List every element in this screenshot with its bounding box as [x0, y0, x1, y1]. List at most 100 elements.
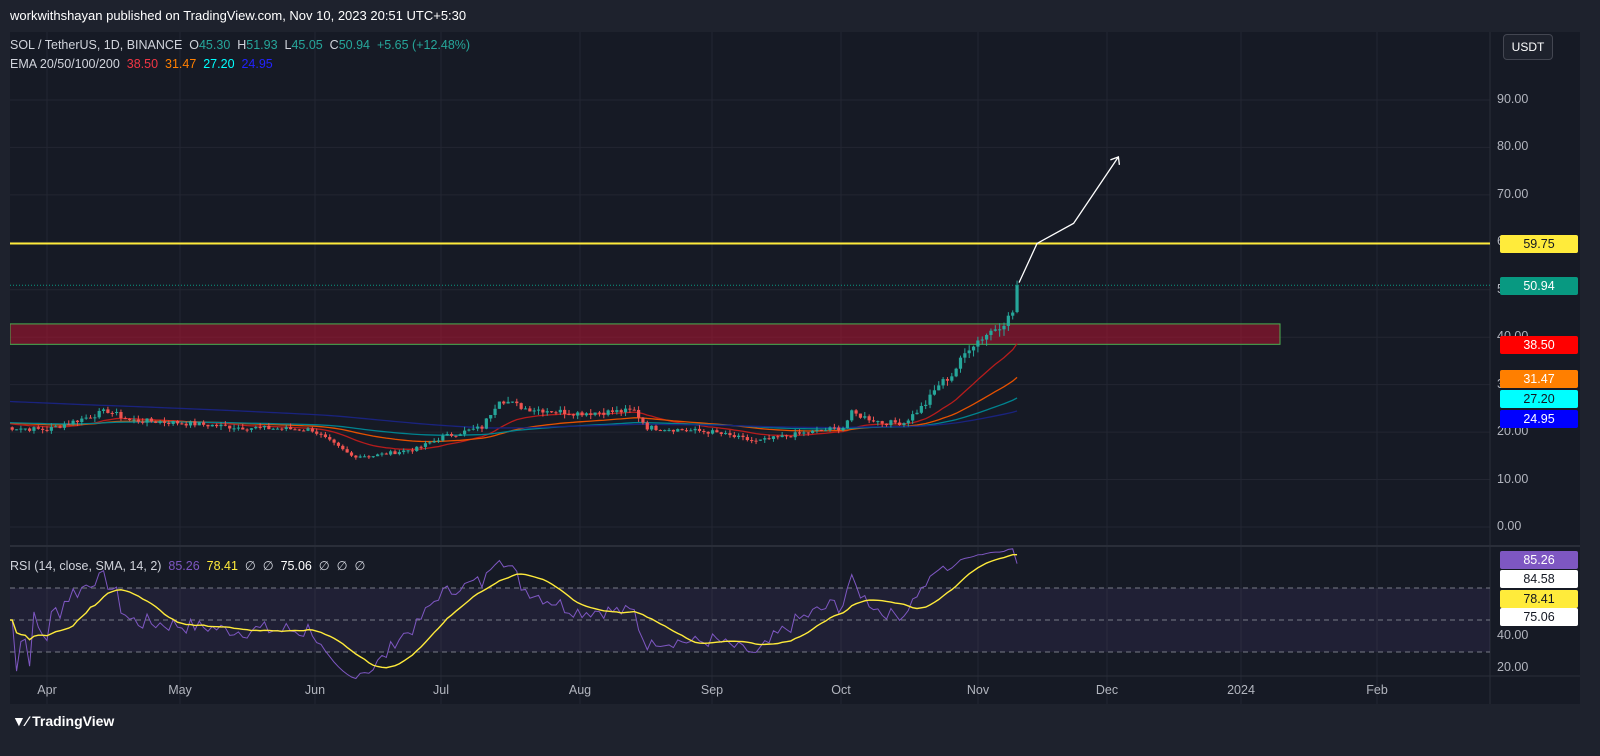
- rsi-axis-label: 20.00: [1497, 660, 1529, 674]
- candle-body: [932, 390, 936, 395]
- candle-body: [845, 420, 849, 429]
- candle-body: [345, 449, 349, 453]
- ema200-price-label: 24.95: [1500, 410, 1578, 428]
- ema20-value: 38.50: [126, 57, 159, 71]
- candle-body: [797, 432, 802, 434]
- high-label: H: [237, 38, 247, 52]
- open-value: 45.30: [198, 38, 231, 52]
- price-axis-label: 90.00: [1497, 91, 1529, 106]
- currency-button[interactable]: USDT: [1503, 34, 1553, 60]
- candle-body: [54, 426, 58, 428]
- candle-body: [837, 427, 841, 431]
- candle-body: [80, 418, 84, 423]
- candle-body: [750, 440, 754, 442]
- ema-legend[interactable]: EMA 20/50/100/200 38.50 31.47 27.20 24.9…: [10, 57, 273, 71]
- chart-pane[interactable]: [10, 32, 1580, 704]
- candle-body: [663, 430, 667, 432]
- rsi-sma-value: 78.41: [206, 559, 238, 573]
- rsi-label[interactable]: RSI (14, close, SMA, 14, 2): [10, 559, 161, 573]
- candle-body: [793, 432, 797, 438]
- candle-body: [236, 427, 240, 429]
- na-value: ∅: [336, 559, 348, 573]
- candle-body: [493, 408, 497, 416]
- candle-body: [362, 456, 367, 458]
- candle-body: [197, 422, 201, 426]
- time-axis-label: Nov: [966, 683, 990, 697]
- candle-body: [254, 427, 258, 429]
- candle-body: [806, 432, 810, 434]
- candle-body: [728, 433, 732, 436]
- candle-body: [62, 424, 66, 428]
- ema100-value: 27.20: [203, 57, 235, 71]
- last-price-label: 50.94: [1500, 277, 1578, 295]
- candle-body: [1011, 312, 1015, 316]
- ema-label[interactable]: EMA 20/50/100/200: [10, 57, 120, 71]
- candle-body: [850, 410, 854, 421]
- candle-body: [776, 436, 780, 438]
- time-axis-label: Jul: [433, 683, 449, 697]
- candle-body: [884, 423, 889, 426]
- candle-body: [306, 428, 310, 431]
- candle-body: [867, 416, 871, 421]
- candle-body: [458, 434, 462, 436]
- candle-body: [684, 430, 689, 432]
- candle-body: [732, 435, 736, 438]
- symbol[interactable]: SOL / TetherUS, 1D, BINANCE: [10, 38, 182, 52]
- candle-body: [528, 408, 532, 412]
- candle-body: [75, 420, 80, 423]
- candle-body: [393, 451, 397, 455]
- candle-body: [954, 368, 958, 377]
- symbol-legend[interactable]: SOL / TetherUS, 1D, BINANCE O45.30 H51.9…: [10, 38, 470, 52]
- chart-canvas[interactable]: [10, 32, 1580, 704]
- time-axis-label: Jun: [304, 683, 326, 697]
- na-value: ∅: [262, 559, 274, 573]
- candle-body: [349, 452, 354, 456]
- change-value: +5.65 (+12.48%): [376, 38, 471, 52]
- candle-body: [680, 429, 684, 431]
- candle-body: [632, 409, 636, 411]
- time-axis-label: Sep: [700, 683, 724, 697]
- candle-body: [389, 451, 393, 455]
- candle-body: [715, 430, 719, 433]
- ema20-line: [10, 343, 1018, 451]
- candle-body: [880, 421, 884, 424]
- candle-body: [484, 418, 488, 429]
- ema50-value: 31.47: [165, 57, 197, 71]
- candle-body: [32, 427, 36, 431]
- tradingview-logo[interactable]: ▼⁄ TradingView: [12, 713, 114, 729]
- candle-body: [267, 425, 271, 430]
- candle-body: [271, 428, 275, 430]
- candle-body: [110, 412, 114, 414]
- candle-body: [898, 422, 902, 426]
- candle-body: [67, 424, 71, 426]
- candle-body: [145, 418, 149, 423]
- resistance-price-label: 59.75: [1500, 235, 1578, 253]
- candle-body: [302, 430, 306, 432]
- candle-body: [928, 394, 932, 405]
- candle-body: [275, 428, 280, 430]
- candle-body: [289, 427, 293, 430]
- candle-body: [97, 410, 101, 418]
- candle-body: [558, 409, 562, 413]
- candle-body: [71, 420, 75, 425]
- candle-body: [958, 357, 963, 369]
- candle-body: [449, 433, 454, 436]
- candle-body: [476, 426, 480, 429]
- candle-body: [480, 426, 484, 429]
- candle-body: [202, 422, 206, 425]
- candle-body: [410, 450, 414, 452]
- price-axis-label: 80.00: [1497, 139, 1529, 154]
- candle-body: [215, 424, 219, 427]
- candle-body: [454, 435, 458, 437]
- candle-body: [536, 409, 541, 411]
- candle-body: [175, 420, 180, 424]
- close-value: 50.94: [338, 38, 370, 52]
- rsi-price-label: 85.26: [1500, 551, 1578, 569]
- candle-body: [937, 385, 941, 391]
- rsi-legend[interactable]: RSI (14, close, SMA, 14, 2) 85.26 78.41 …: [10, 558, 365, 573]
- candle-body: [84, 417, 88, 419]
- candle-body: [906, 420, 910, 424]
- candle-body: [406, 450, 410, 452]
- candle-body: [58, 426, 62, 428]
- rsi-sma-label: 78.41: [1500, 590, 1578, 608]
